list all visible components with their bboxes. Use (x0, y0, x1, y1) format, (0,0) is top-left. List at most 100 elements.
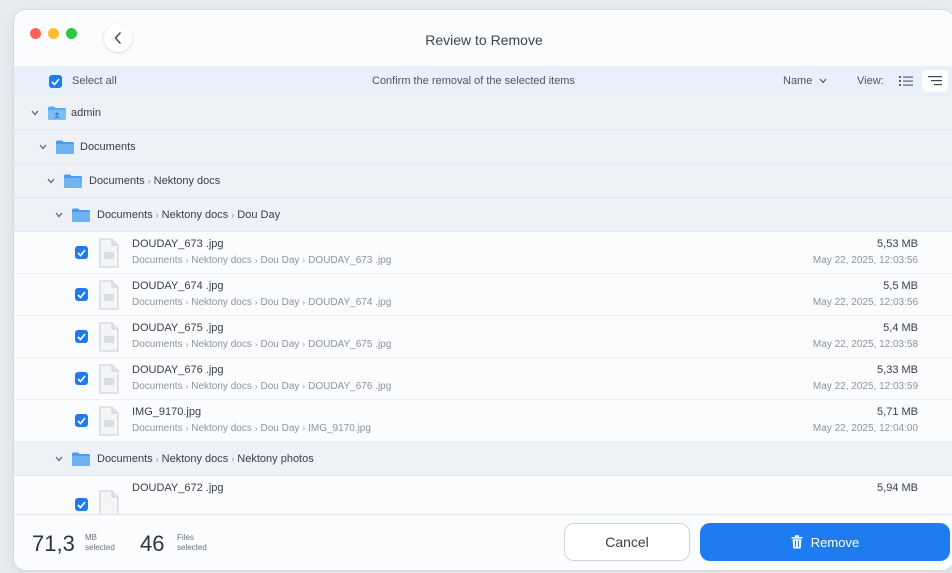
folder-path: Documents › Nektony docs (89, 175, 220, 187)
cancel-button-label: Cancel (605, 534, 649, 550)
file-row[interactable]: DOUDAY_675 .jpg Documents › Nektony docs › D… (14, 316, 952, 358)
chevron-down-icon[interactable] (30, 109, 40, 117)
file-name: DOUDAY_673 .jpg (132, 238, 224, 250)
file-path: Documents › Nektony docs › Dou Day › DOUDAY_67… (132, 381, 391, 392)
path-separator-icon: › (155, 210, 159, 220)
file-name: DOUDAY_672 .jpg (132, 482, 224, 494)
path-part: DOUDAY_675 .jpg (308, 339, 392, 350)
file-size: 5,5 MB (883, 280, 918, 292)
back-button[interactable] (104, 24, 132, 52)
file-size: 5,71 MB (877, 406, 918, 418)
file-name: DOUDAY_676 .jpg (132, 364, 224, 376)
cancel-button[interactable]: Cancel (564, 523, 690, 561)
chevron-left-icon (114, 32, 121, 44)
file-size: 5,4 MB (883, 322, 918, 334)
path-separator-icon: › (231, 454, 235, 464)
sort-by-name-dropdown[interactable]: Name (783, 75, 827, 87)
path-separator-icon: › (302, 256, 306, 265)
path-part: Nektony docs (191, 339, 252, 350)
file-row[interactable]: DOUDAY_672 .jpg 5,94 MB (14, 476, 952, 514)
file-checkbox[interactable] (75, 498, 88, 511)
file-checkbox[interactable] (75, 414, 88, 427)
file-name: IMG_9170.jpg (132, 406, 202, 418)
selected-size-meta: MB selected (85, 533, 115, 553)
select-all-checkbox[interactable] (49, 75, 62, 88)
confirm-message: Confirm the removal of the selected item… (372, 75, 575, 87)
path-part: Nektony docs (191, 255, 252, 266)
path-part: Documents (132, 381, 183, 392)
folder-path-part: Documents (97, 209, 153, 221)
chevron-down-icon (819, 78, 827, 84)
file-name: DOUDAY_674 .jpg (132, 280, 224, 292)
selected-files-caption: selected (177, 543, 207, 552)
path-separator-icon: › (254, 256, 258, 265)
folder-path-part: Documents (97, 453, 153, 465)
path-part: Dou Day (260, 423, 300, 434)
path-separator-icon: › (254, 298, 258, 307)
view-label: View: (857, 75, 884, 87)
tree-row-folder[interactable]: Documents › Nektony docs › Nektony photos (14, 442, 952, 476)
folder-path: Documents (80, 141, 136, 153)
list-header: Select all Confirm the removal of the se… (14, 66, 952, 96)
file-row[interactable]: DOUDAY_673 .jpg Documents › Nektony docs › D… (14, 232, 952, 274)
remove-button[interactable]: Remove (700, 523, 950, 561)
path-separator-icon: › (147, 176, 151, 186)
tree-view-button[interactable] (922, 70, 948, 92)
folder-icon (56, 140, 74, 154)
trash-icon (791, 535, 803, 549)
minimize-window-button[interactable] (48, 28, 59, 39)
zoom-window-button[interactable] (66, 28, 77, 39)
tree-row-user-folder[interactable]: admin (14, 96, 952, 130)
image-file-icon (99, 490, 119, 514)
footer-bar: 71,3 MB selected 46 Files selected Cance… (14, 514, 952, 570)
path-part: DOUDAY_674 .jpg (308, 297, 392, 308)
title-bar: Review to Remove (14, 10, 952, 66)
folder-path-part: Dou Day (237, 209, 281, 221)
path-separator-icon: › (302, 298, 306, 307)
file-row[interactable]: DOUDAY_674 .jpg Documents › Nektony docs › D… (14, 274, 952, 316)
items-tree: admin Documents Documents›Nektony docs (14, 96, 952, 514)
list-view-icon[interactable] (898, 74, 914, 88)
folder-path: Documents › Nektony docs › Nektony photos (97, 453, 314, 465)
path-separator-icon: › (302, 340, 306, 349)
folder-path-part: Nektony docs (161, 209, 229, 221)
file-checkbox[interactable] (75, 288, 88, 301)
file-checkbox[interactable] (75, 246, 88, 259)
folder-path-part: Nektony docs (161, 453, 229, 465)
user-folder-icon (48, 106, 66, 120)
folder-path-part: Documents (89, 175, 145, 187)
checkmark-icon (77, 332, 86, 341)
chevron-down-icon[interactable] (46, 177, 56, 185)
selected-size-unit: MB (85, 533, 97, 542)
folder-icon (64, 174, 82, 188)
file-size: 5,33 MB (877, 364, 918, 376)
folder-path-part: Nektony photos (237, 453, 314, 465)
selected-size-value: 71,3 (32, 531, 75, 556)
path-part: Dou Day (260, 381, 300, 392)
select-all-label[interactable]: Select all (72, 75, 117, 87)
chevron-down-icon[interactable] (54, 455, 64, 463)
file-row[interactable]: IMG_9170.jpg Documents › Nektony docs › Dou … (14, 400, 952, 442)
tree-row-folder[interactable]: Documents › Nektony docs › Dou Day (14, 198, 952, 232)
path-part: Nektony docs (191, 423, 252, 434)
checkmark-icon (51, 77, 60, 86)
window-title: Review to Remove (425, 32, 543, 48)
chevron-down-icon[interactable] (54, 211, 64, 219)
sort-label: Name (783, 75, 813, 87)
path-part: Dou Day (260, 255, 300, 266)
file-checkbox[interactable] (75, 372, 88, 385)
remove-button-label: Remove (810, 534, 860, 550)
close-window-button[interactable] (30, 28, 41, 39)
file-row[interactable]: DOUDAY_676 .jpg Documents › Nektony docs › D… (14, 358, 952, 400)
file-checkbox[interactable] (75, 330, 88, 343)
path-separator-icon: › (185, 340, 189, 349)
tree-row-folder[interactable]: Documents › Nektony docs (14, 164, 952, 198)
checkmark-icon (77, 290, 86, 299)
tree-row-folder[interactable]: Documents (14, 130, 952, 164)
folder-path-part: Nektony docs (153, 175, 221, 187)
file-name: DOUDAY_675 .jpg (132, 322, 224, 334)
file-path: Documents › Nektony docs › Dou Day › DOUDAY_67… (132, 339, 391, 350)
file-size: 5,53 MB (877, 238, 918, 250)
image-file-icon (99, 364, 119, 394)
chevron-down-icon[interactable] (38, 143, 48, 151)
